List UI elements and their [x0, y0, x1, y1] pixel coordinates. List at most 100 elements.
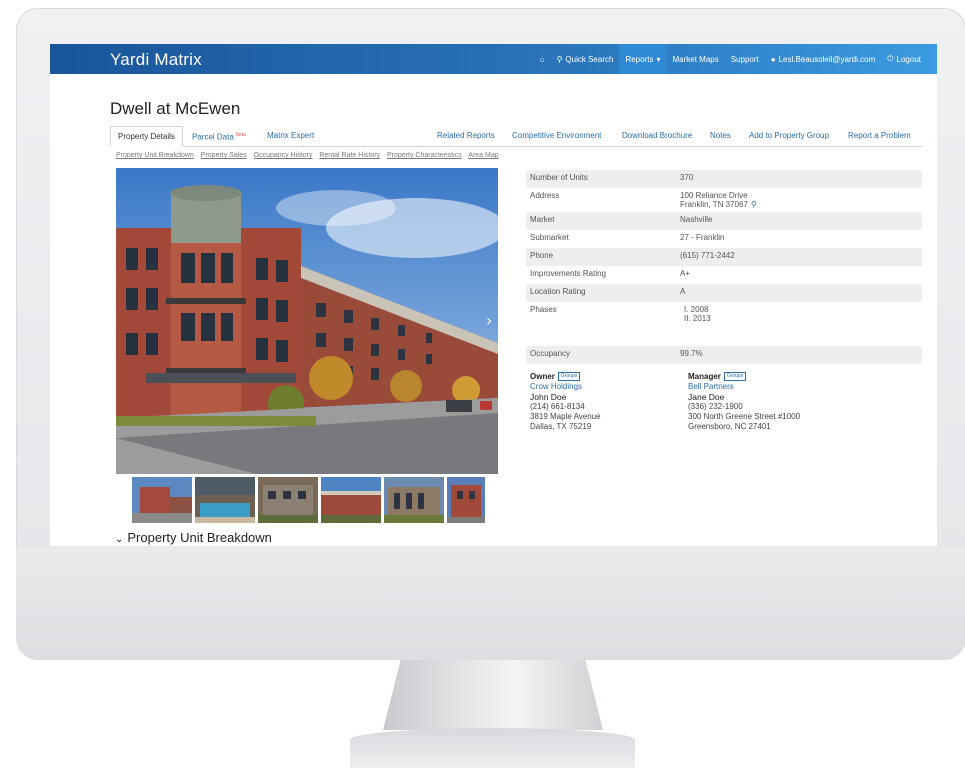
market-maps-label: Market Maps — [672, 54, 719, 64]
phone-value: (615) 771-2442 — [680, 251, 735, 260]
table-row: Phases I. 2008 II. 2013 — [526, 302, 922, 346]
manager-card: Manager Groups Bell Partners Jane Doe (33… — [688, 372, 878, 432]
beta-badge: beta — [236, 132, 246, 138]
units-label: Number of Units — [530, 173, 588, 182]
occupancy-value: 99.7% — [680, 349, 703, 358]
page-title: Dwell at McEwen — [110, 99, 241, 118]
monitor-stand-neck — [383, 660, 603, 730]
submarket-value: 27 - Franklin — [680, 233, 725, 242]
table-row: Market Nashville — [526, 212, 922, 230]
quick-search-button[interactable]: ⚲ Quick Search — [551, 44, 620, 74]
phase-2: II. 2013 — [684, 314, 711, 323]
units-value: 370 — [680, 173, 694, 182]
table-row: Address 100 Reliance Drive Franklin, TN … — [526, 188, 922, 212]
table-row: Phone (615) 771-2442 — [526, 248, 922, 266]
support-label: Support — [730, 54, 759, 64]
market-value: Nashville — [680, 215, 713, 224]
map-pin-icon[interactable]: ⚲ — [751, 200, 757, 209]
photo-thumbnail[interactable] — [447, 477, 485, 523]
address-label: Address — [530, 191, 560, 200]
logout-button[interactable]: ⏻ Logout — [881, 44, 927, 74]
user-email: Lesl.Beausoleil@yardi.com — [778, 54, 876, 64]
monitor-screen: Yardi Matrix ⌂ ⚲ Quick Search Reports ▾ … — [50, 44, 937, 546]
tab-report-a-problem[interactable]: Report a Problem — [848, 126, 911, 145]
market-label: Market — [530, 215, 555, 224]
property-unit-breakdown-toggle[interactable]: ⌄ Property Unit Breakdown — [115, 530, 272, 545]
owner-groups-button[interactable]: Groups — [557, 372, 581, 382]
reports-label: Reports — [625, 54, 654, 64]
manager-phone: (336) 232-1900 — [688, 402, 743, 411]
tab-download-brochure[interactable]: Download Brochure — [622, 126, 692, 145]
phase-1: I. 2008 — [684, 305, 709, 314]
tab-parcel-data[interactable]: Parcel Data beta — [192, 126, 246, 145]
phone-label: Phone — [530, 251, 554, 260]
top-navigation-bar: Yardi Matrix ⌂ ⚲ Quick Search Reports ▾ … — [50, 44, 937, 74]
link-property-sales[interactable]: Property Sales — [201, 152, 247, 159]
photo-thumbnail[interactable] — [132, 477, 192, 523]
section-heading: Property Unit Breakdown — [127, 530, 272, 545]
improvements-rating-label: Improvements Rating — [530, 269, 607, 278]
home-icon: ⌂ — [539, 54, 545, 64]
property-details-table: Number of Units 370 Address 100 Reliance… — [526, 170, 922, 364]
monitor-stand-base — [350, 728, 635, 768]
reports-menu[interactable]: Reports ▾ — [619, 44, 667, 74]
manager-street: 300 North Greene Street #1000 — [688, 412, 801, 421]
photo-thumbnail[interactable] — [258, 477, 318, 523]
phases-label: Phases — [530, 305, 557, 314]
caret-down-icon: ▾ — [656, 54, 661, 64]
yardi-matrix-logo[interactable]: Yardi Matrix — [110, 50, 202, 70]
monitor-chin — [16, 548, 965, 660]
power-icon: ⏻ — [887, 54, 894, 63]
property-tabs: Property Details Parcel Data beta Matrix… — [110, 126, 922, 147]
link-occupancy-history[interactable]: Occupancy History — [254, 152, 313, 159]
phases-value: I. 2008 II. 2013 — [680, 305, 918, 343]
manager-city: Greensboro, NC 27401 — [688, 422, 771, 431]
submarket-label: Submarket — [530, 233, 569, 242]
improvements-rating-value: A+ — [680, 269, 691, 278]
owner-heading: Owner — [530, 372, 555, 381]
table-row: Number of Units 370 — [526, 170, 922, 188]
user-account-link[interactable]: ● Lesl.Beausoleil@yardi.com — [765, 44, 881, 74]
building-image: › — [116, 168, 498, 474]
chevron-down-icon: ⌄ — [115, 534, 124, 545]
top-nav-items: ⌂ ⚲ Quick Search Reports ▾ Market Maps S… — [534, 44, 927, 74]
tab-matrix-expert[interactable]: Matrix Expert — [267, 126, 314, 145]
property-photo[interactable]: › — [116, 168, 498, 474]
logout-label: Logout — [896, 54, 921, 64]
photo-thumbnail[interactable] — [321, 477, 381, 523]
manager-company-link[interactable]: Bell Partners — [688, 382, 878, 392]
parcel-data-label: Parcel Data — [192, 132, 234, 142]
user-icon: ● — [770, 54, 776, 64]
tab-property-details[interactable]: Property Details — [110, 126, 183, 147]
manager-groups-button[interactable]: Groups — [723, 372, 747, 382]
section-links: Property Unit Breakdown Property Sales O… — [116, 152, 504, 159]
tab-add-to-property-group[interactable]: Add to Property Group — [749, 126, 829, 145]
photo-thumbnails — [132, 477, 485, 523]
table-row: Occupancy 99.7% — [526, 346, 922, 364]
link-rental-rate-history[interactable]: Rental Rate History — [319, 152, 380, 159]
photo-thumbnail[interactable] — [384, 477, 444, 523]
link-property-unit-breakdown[interactable]: Property Unit Breakdown — [116, 152, 194, 159]
manager-heading: Manager — [688, 372, 721, 381]
quick-search-label: Quick Search — [565, 54, 614, 64]
location-rating-label: Location Rating — [530, 287, 586, 296]
next-photo-arrow: › — [486, 311, 492, 330]
link-area-map[interactable]: Area Map — [468, 152, 498, 159]
tab-competitive-environment[interactable]: Competitive Environment — [512, 126, 601, 145]
market-maps-link[interactable]: Market Maps — [666, 44, 724, 74]
home-button[interactable]: ⌂ — [534, 44, 551, 74]
address-value: 100 Reliance Drive Franklin, TN 37067 ⚲ — [680, 191, 918, 209]
address-line-1: 100 Reliance Drive — [680, 191, 748, 200]
table-row: Improvements Rating A+ — [526, 266, 922, 284]
tab-related-reports[interactable]: Related Reports — [437, 126, 495, 145]
tab-notes[interactable]: Notes — [710, 126, 731, 145]
manager-contact-name: Jane Doe — [688, 392, 725, 402]
table-row: Submarket 27 - Franklin — [526, 230, 922, 248]
photo-thumbnail[interactable] — [195, 477, 255, 523]
address-line-2: Franklin, TN 37067 — [680, 200, 748, 209]
occupancy-label: Occupancy — [530, 349, 571, 358]
support-link[interactable]: Support — [725, 44, 765, 74]
table-row: Location Rating A — [526, 284, 922, 302]
location-rating-value: A — [680, 287, 686, 296]
link-property-characteristics[interactable]: Property Characteristics — [387, 152, 462, 159]
